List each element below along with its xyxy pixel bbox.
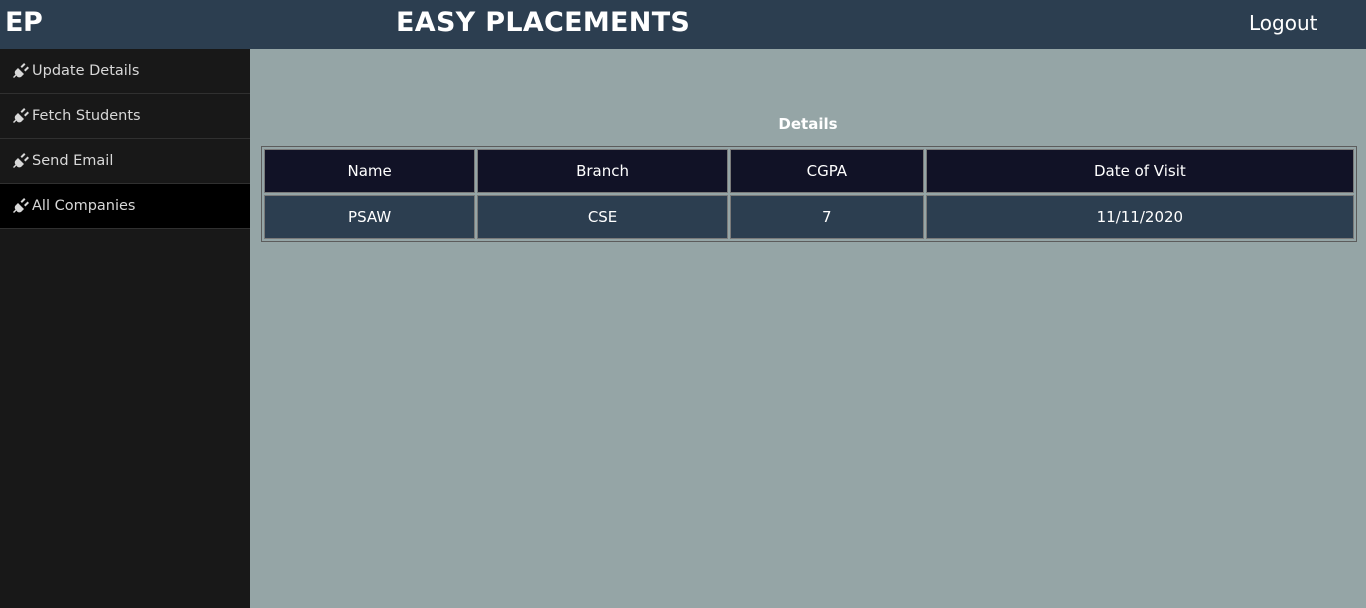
logout-link[interactable]: Logout bbox=[1249, 11, 1317, 35]
column-header-cgpa: CGPA bbox=[729, 149, 924, 193]
cell-branch: CSE bbox=[477, 195, 728, 239]
sidebar-item-update-details[interactable]: Update Details bbox=[0, 49, 250, 94]
main-content: Details Name Branch CGPA Date of Visit P… bbox=[250, 49, 1366, 608]
cell-date-of-visit: 11/11/2020 bbox=[925, 195, 1354, 239]
sidebar-item-label: Update Details bbox=[32, 63, 140, 79]
column-header-branch: Branch bbox=[477, 149, 728, 193]
sidebar-item-label: Send Email bbox=[32, 153, 114, 169]
plug-icon bbox=[12, 63, 29, 79]
sidebar-item-label: All Companies bbox=[32, 198, 136, 214]
table-header-row: Name Branch CGPA Date of Visit bbox=[264, 149, 1354, 193]
sidebar-item-fetch-students[interactable]: Fetch Students bbox=[0, 94, 250, 139]
app-title: EASY PLACEMENTS bbox=[396, 7, 691, 38]
cell-cgpa: 7 bbox=[729, 195, 924, 239]
details-table: Name Branch CGPA Date of Visit PSAW CSE … bbox=[261, 146, 1357, 242]
plug-icon bbox=[12, 198, 29, 214]
plug-icon bbox=[12, 108, 29, 124]
table-row: PSAW CSE 7 11/11/2020 bbox=[264, 195, 1354, 239]
sidebar-item-all-companies[interactable]: All Companies bbox=[0, 184, 250, 229]
table-caption: Details bbox=[778, 115, 838, 133]
column-header-name: Name bbox=[264, 149, 476, 193]
sidebar-item-label: Fetch Students bbox=[32, 108, 141, 124]
cell-name: PSAW bbox=[264, 195, 476, 239]
brand-logo[interactable]: EP bbox=[5, 7, 43, 38]
column-header-date-of-visit: Date of Visit bbox=[925, 149, 1354, 193]
plug-icon bbox=[12, 153, 29, 169]
sidebar: Update Details Fetch Students Send Email… bbox=[0, 49, 250, 608]
top-navbar: EP EASY PLACEMENTS Logout bbox=[0, 0, 1366, 49]
sidebar-item-send-email[interactable]: Send Email bbox=[0, 139, 250, 184]
